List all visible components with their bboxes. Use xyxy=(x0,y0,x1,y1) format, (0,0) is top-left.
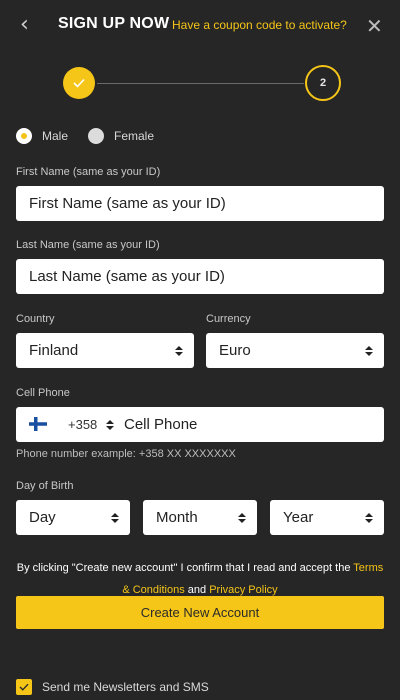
last-name-placeholder: Last Name (same as your ID) xyxy=(29,268,225,285)
progress-stepper: 2 xyxy=(0,62,400,106)
gender-male-label: Male xyxy=(42,129,69,143)
consent-text-before: By clicking "Create new account" I confi… xyxy=(16,562,354,574)
close-button[interactable]: ✕ xyxy=(366,14,386,38)
cell-phone-label: Cell Phone xyxy=(16,387,70,399)
step-1-completed xyxy=(63,67,95,99)
first-name-label: First Name (same as your ID) xyxy=(16,166,161,178)
close-icon: ✕ xyxy=(366,14,383,38)
consent-and: and xyxy=(184,584,210,596)
birth-month-select[interactable]: Month xyxy=(143,500,257,535)
gender-male-option[interactable]: Male xyxy=(16,127,68,145)
country-select[interactable]: Finland xyxy=(16,333,194,368)
first-name-input[interactable]: First Name (same as your ID) xyxy=(16,186,384,221)
currency-value: Euro xyxy=(219,342,251,359)
privacy-link[interactable]: Privacy Policy xyxy=(209,584,277,596)
select-arrows-icon xyxy=(365,345,373,356)
phone-hint: Phone number example: +358 XX XXXXXXX xyxy=(16,448,236,460)
consent-text: By clicking "Create new account" I confi… xyxy=(16,557,384,601)
select-arrows-icon xyxy=(238,512,246,523)
birth-month-value: Month xyxy=(156,509,198,526)
country-value: Finland xyxy=(29,342,79,359)
newsletter-checkbox-row[interactable]: Send me Newsletters and SMS xyxy=(16,678,209,696)
page-title: SIGN UP NOW xyxy=(58,15,170,32)
select-arrows-icon xyxy=(365,512,373,523)
birth-day-value: Day xyxy=(29,509,56,526)
radio-unselected-icon[interactable] xyxy=(88,128,104,144)
check-icon xyxy=(73,78,85,88)
finland-flag-icon[interactable] xyxy=(29,417,47,431)
cell-phone-input[interactable]: Cell Phone xyxy=(124,407,197,442)
last-name-input[interactable]: Last Name (same as your ID) xyxy=(16,259,384,294)
birth-day-select[interactable]: Day xyxy=(16,500,130,535)
checkbox-checked-icon[interactable] xyxy=(16,679,32,695)
currency-label: Currency xyxy=(206,313,251,325)
select-arrows-icon xyxy=(175,345,183,356)
first-name-placeholder: First Name (same as your ID) xyxy=(29,195,226,212)
newsletter-label: Send me Newsletters and SMS xyxy=(42,680,209,694)
chevron-left-icon: ‹ xyxy=(20,12,29,37)
country-code-select[interactable]: +358 xyxy=(68,407,97,442)
gender-radio-group: Male Female xyxy=(16,127,316,145)
create-account-button[interactable]: Create New Account xyxy=(16,596,384,629)
coupon-link[interactable]: Have a coupon code to activate? xyxy=(172,18,347,32)
currency-select[interactable]: Euro xyxy=(206,333,384,368)
back-button[interactable]: ‹ xyxy=(20,12,40,38)
radio-selected-icon[interactable] xyxy=(16,128,32,144)
cell-phone-field: +358 Cell Phone xyxy=(16,407,384,442)
gender-female-label: Female xyxy=(114,129,155,143)
select-arrows-icon xyxy=(106,419,114,430)
gender-female-option[interactable]: Female xyxy=(88,127,154,145)
country-label: Country xyxy=(16,313,55,325)
last-name-label: Last Name (same as your ID) xyxy=(16,239,160,251)
birth-label: Day of Birth xyxy=(16,480,74,492)
header: ‹ SIGN UP NOW Have a coupon code to acti… xyxy=(0,0,400,52)
birth-year-select[interactable]: Year xyxy=(270,500,384,535)
select-arrows-icon xyxy=(111,512,119,523)
birth-year-value: Year xyxy=(283,509,314,526)
step-connector xyxy=(97,83,304,84)
step-2-current: 2 xyxy=(305,65,341,101)
